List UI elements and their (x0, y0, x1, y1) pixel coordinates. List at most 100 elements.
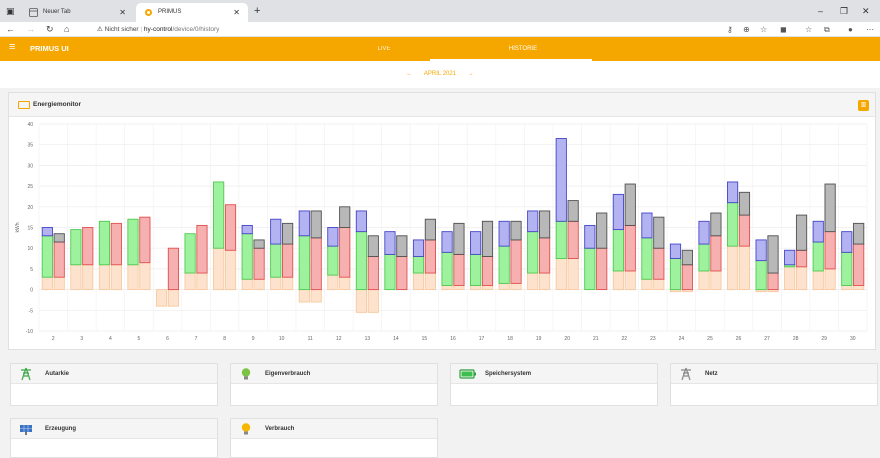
bar-right-orange (139, 262, 151, 291)
bar-left-orange (698, 270, 710, 291)
y-tick-label: 30 (27, 163, 33, 169)
tile-verbrauch[interactable]: Verbrauch (230, 418, 438, 458)
bar-left-green (726, 202, 739, 247)
x-tick-label: 24 (679, 336, 685, 342)
bar-right-red (824, 231, 836, 270)
tile-eigenverbrauch[interactable]: Eigenverbrauch (230, 363, 438, 406)
extension-icon[interactable]: ◼ (780, 22, 787, 37)
maximize-icon[interactable]: ❐ (840, 0, 848, 22)
bar-left-orange (184, 272, 196, 291)
bar-right-red (567, 220, 579, 259)
bar-left-green (555, 220, 567, 259)
favorite-add-icon[interactable]: ☆ (760, 22, 767, 37)
tab-actions-icon[interactable]: ▣ (6, 0, 15, 22)
tile-erzeugung[interactable]: Erzeugung (10, 418, 218, 458)
bar-right-orange (510, 282, 522, 291)
bar-left-green (241, 233, 253, 280)
zoom-icon[interactable]: ⊕ (743, 22, 750, 37)
x-tick-label: 16 (450, 336, 456, 342)
bar-left-blue (241, 224, 253, 235)
y-tick-label: 5 (30, 267, 33, 273)
back-icon[interactable]: ← (6, 22, 15, 37)
bar-right-red (139, 216, 151, 264)
close-tab-icon[interactable]: ✕ (119, 3, 126, 22)
key-icon[interactable]: ⚷ (727, 22, 733, 37)
browser-tab-bar: ▣ Neuer Tab ✕ PRIMUS ✕ + – ❐ ✕ (0, 0, 880, 22)
reload-icon[interactable]: ↻ (46, 22, 54, 37)
bar-left-green (441, 251, 453, 286)
x-tick-label: 7 (195, 336, 198, 342)
solar-panel-icon (20, 425, 32, 435)
x-tick-label: 4 (109, 336, 112, 342)
bar-left-orange (327, 274, 339, 291)
forward-icon[interactable]: → (26, 22, 35, 37)
y-axis-label: kWh (15, 222, 21, 232)
bar-right-red (367, 256, 379, 291)
bar-left-green (669, 258, 682, 291)
tab-live[interactable]: LIVE (354, 37, 414, 61)
menu-icon[interactable]: ≡ (9, 41, 15, 53)
bar-right-gray (738, 191, 751, 216)
collections-icon[interactable]: ⧉ (824, 22, 830, 37)
window-close-icon[interactable]: ✕ (862, 0, 870, 22)
more-icon[interactable]: ⋯ (866, 22, 874, 37)
browser-tab-primus[interactable]: PRIMUS ✕ (136, 3, 248, 22)
close-tab-icon[interactable]: ✕ (233, 3, 240, 22)
x-tick-label: 27 (764, 336, 770, 342)
tab-label: PRIMUS (158, 9, 182, 15)
url-field[interactable]: ⚠ Nicht sicher | hy-control/device/0/his… (97, 22, 219, 37)
energy-monitor-card: Energiemonitor ▥ -10 -5 0 5 10 15 20 25 30 35 40 kW… (8, 92, 876, 350)
tile-netz[interactable]: Netz (670, 363, 878, 406)
bar-right-red (738, 214, 751, 247)
bar-right-gray (53, 233, 65, 243)
new-tab-plus-icon[interactable]: + (254, 0, 260, 22)
bar-right-gray (253, 239, 265, 249)
energy-bar-chart: -10-50510152025303540kWh2 3 4 5 6 7 8 9 10 11 12 13… (15, 122, 868, 342)
x-tick-label: 17 (479, 336, 485, 342)
bar-right-red (339, 227, 351, 278)
card-header: Energiemonitor ▥ (9, 93, 875, 117)
bar-right-gray (367, 235, 379, 257)
x-tick-label: 20 (564, 336, 570, 342)
chart-options-button[interactable]: ▥ (858, 100, 869, 111)
bar-right-orange (253, 278, 265, 291)
tab-historie[interactable]: HISTORIE (493, 37, 553, 61)
bar-right-orange (567, 258, 579, 291)
bar-left-blue (412, 239, 425, 257)
tile-label: Netz (705, 371, 718, 377)
next-month-icon[interactable]: → (468, 71, 474, 77)
bar-left-orange (641, 278, 653, 291)
tile-autarkie[interactable]: Autarkie (10, 363, 218, 406)
bar-left-orange (355, 289, 367, 313)
y-tick-label: 15 (27, 226, 33, 232)
bar-right-gray (824, 183, 836, 233)
home-icon[interactable]: ⌂ (64, 22, 69, 37)
y-tick-label: 35 (27, 143, 33, 149)
bar-left-orange (527, 272, 539, 291)
tile-speichersystem[interactable]: Speichersystem (450, 363, 658, 406)
bar-right-red (767, 272, 779, 291)
x-tick-label: 10 (279, 336, 285, 342)
browser-tab-new[interactable]: Neuer Tab ✕ (21, 3, 134, 22)
x-tick-label: 19 (536, 336, 542, 342)
y-tick-label: 20 (27, 205, 33, 211)
bar-left-blue (384, 231, 396, 255)
bar-right-red (282, 243, 294, 278)
y-tick-label: 0 (30, 288, 33, 294)
bar-left-green (384, 253, 396, 291)
bar-left-orange (784, 266, 796, 291)
bar-right-gray (282, 222, 294, 245)
favorites-icon[interactable]: ☆ (805, 22, 812, 37)
bar-right-orange (310, 289, 322, 303)
bar-right-red (853, 243, 865, 286)
bar-right-orange (424, 272, 436, 291)
x-tick-label: 22 (622, 336, 628, 342)
prev-month-icon[interactable]: ← (406, 71, 412, 77)
bar-right-gray (453, 222, 465, 255)
bar-right-gray (539, 210, 551, 239)
bar-right-red (539, 237, 551, 274)
bar-right-orange (282, 276, 294, 291)
profile-icon[interactable]: ● (848, 22, 853, 37)
minimize-icon[interactable]: – (818, 0, 823, 22)
warning-icon: ⚠ (97, 26, 103, 33)
